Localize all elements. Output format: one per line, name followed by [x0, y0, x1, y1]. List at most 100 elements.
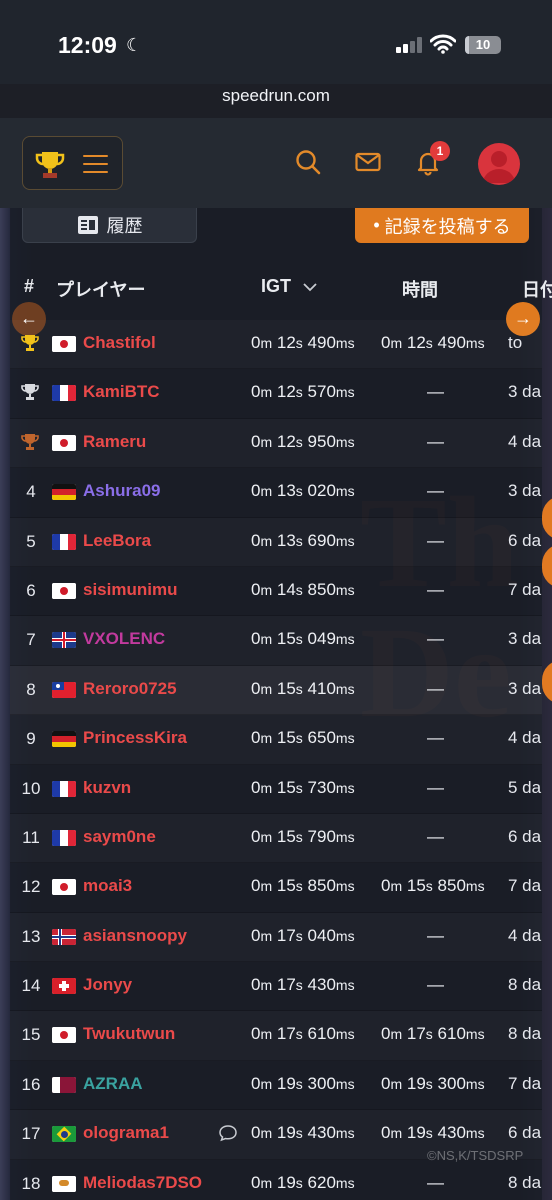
run-date: to [508, 333, 523, 352]
table-row[interactable]: KamiBTC 0m 12s 570ms —3 da [10, 369, 542, 419]
igt-time: 0m 17s 040ms [251, 925, 355, 945]
igt-time: 0m 15s 410ms [251, 678, 355, 698]
rta-seconds: 19 [406, 1073, 426, 1093]
table-row[interactable]: 12 moai3 0m 15s 850ms 0m 15s 850ms 7 da [10, 863, 542, 913]
flag-cy-icon [52, 1175, 76, 1192]
table-row[interactable]: 15 Twukutwun 0m 17s 610ms 0m 17s 610ms 8 da [10, 1011, 542, 1061]
rank: 5 [26, 531, 36, 551]
bronze-trophy-icon [21, 433, 39, 450]
table-row[interactable]: 13 asiansnoopy 0m 17s 040ms —4 da [10, 913, 542, 963]
table-row[interactable]: 6 sisimunimu 0m 14s 850ms —7 da [10, 567, 542, 617]
igt-millis: 049 [307, 629, 336, 649]
submit-run-button[interactable]: • 記録を投稿する [355, 208, 529, 243]
player-name[interactable]: AZRAA [83, 1074, 143, 1094]
igt-millis: 730 [307, 777, 336, 797]
copyright-watermark: ©NS,K/TSDSRP [427, 1148, 524, 1163]
flag-fr-icon [52, 533, 76, 550]
player-name[interactable]: LeeBora [83, 531, 151, 551]
table-row[interactable]: 8 Reroro0725 0m 15s 410ms —3 da [10, 665, 542, 716]
igt-seconds: 15 [276, 728, 296, 748]
table-row[interactable]: 10 kuzvn 0m 15s 730ms —5 da [10, 765, 542, 814]
player-name[interactable]: KamiBTC [83, 382, 160, 402]
rank: 17 [21, 1124, 41, 1144]
igt-millis: 620 [307, 1172, 336, 1192]
table-row[interactable]: 9 PrincessKira 0m 15s 650ms —4 da [10, 715, 542, 765]
run-date: 7 da [508, 579, 542, 599]
table-row[interactable]: 18 Meliodas7DSO 0m 19s 620ms —8 da [10, 1160, 542, 1200]
igt-header[interactable]: IGT [261, 276, 318, 297]
rank-header: # [24, 276, 35, 296]
browser-url[interactable]: speedrun.com [0, 86, 552, 106]
table-row[interactable]: Rameru 0m 12s 950ms —4 da [10, 419, 542, 469]
run-date: 6 da [508, 1123, 542, 1143]
igt-seconds: 12 [276, 382, 296, 402]
table-row[interactable]: 4 Ashura09 0m 13s 020ms —3 da [10, 468, 542, 518]
igt-seconds: 19 [276, 1123, 296, 1143]
igt-seconds: 17 [276, 1024, 296, 1044]
avatar[interactable] [478, 143, 520, 185]
status-time: 12:09 [58, 32, 117, 58]
rta-time: 0m 17s 610ms [381, 1024, 485, 1044]
igt-millis: 850 [307, 876, 336, 896]
leaderboard-table-body: Chastifol 0m 12s 490ms 0m 12s 490ms to KamiB… [10, 320, 542, 1200]
igt-header-label: IGT [261, 276, 291, 296]
run-date: 4 da [508, 925, 542, 945]
moon-icon: ☾ [126, 35, 143, 55]
history-button[interactable]: 履歴 [22, 208, 197, 243]
rta-seconds: 17 [406, 1024, 426, 1044]
player-name[interactable]: PrincessKira [83, 728, 187, 748]
player-name[interactable]: saym0ne [83, 827, 156, 847]
player-name[interactable]: Chastifol [83, 333, 156, 353]
rta-seconds: 12 [406, 333, 426, 352]
date-header[interactable]: 日付 [522, 276, 552, 302]
submit-label: 記録を投稿する [384, 216, 511, 237]
player-header[interactable]: プレイヤー [56, 276, 145, 302]
igt-seconds: 13 [276, 481, 296, 501]
igt-seconds: 17 [276, 925, 296, 945]
player-name[interactable]: Meliodas7DSO [83, 1173, 202, 1193]
table-row[interactable]: 14 Jonyy 0m 17s 430ms —8 da [10, 962, 542, 1012]
comment-icon[interactable] [218, 1124, 238, 1142]
player-name[interactable]: VXOLENC [83, 629, 165, 649]
igt-time: 0m 15s 790ms [251, 826, 355, 846]
time-header[interactable]: 時間 [402, 276, 438, 302]
igt-seconds: 13 [276, 530, 296, 550]
player-name[interactable]: moai3 [83, 876, 132, 896]
run-date: 6 da [508, 530, 542, 550]
player-name[interactable]: Jonyy [83, 975, 132, 995]
table-row[interactable]: 7 VXOLENC 0m 15s 049ms —3 da [10, 616, 542, 666]
rank: 10 [21, 778, 41, 798]
history-icon [77, 216, 98, 234]
player-name[interactable]: Twukutwun [83, 1024, 175, 1044]
trophy-icon [35, 152, 65, 178]
igt-millis: 430 [307, 975, 336, 995]
player-name[interactable]: Ashura09 [83, 481, 160, 501]
flag-jp-icon [52, 336, 76, 352]
flag-jp-icon [52, 1027, 76, 1044]
table-row[interactable]: 5 LeeBora 0m 13s 690ms —6 da [10, 518, 542, 567]
rta-time: 0m 12s 490ms [381, 333, 485, 352]
player-name[interactable]: Reroro0725 [83, 679, 177, 699]
silver-trophy-icon [21, 384, 39, 401]
table-row[interactable]: Chastifol 0m 12s 490ms 0m 12s 490ms to [10, 320, 542, 370]
rank: 14 [21, 976, 41, 996]
player-name[interactable]: sisimunimu [83, 580, 177, 600]
flag-jp-icon [52, 879, 76, 896]
rank: 12 [21, 877, 41, 897]
igt-seconds: 17 [276, 975, 296, 995]
igt-millis: 020 [307, 481, 336, 501]
player-name[interactable]: olograma1 [83, 1123, 169, 1143]
mail-icon[interactable] [354, 148, 382, 176]
player-name[interactable]: asiansnoopy [83, 926, 187, 946]
cellular-signal-icon [396, 37, 422, 53]
search-icon[interactable] [294, 148, 322, 176]
table-row[interactable]: 16 AZRAA 0m 19s 300ms 0m 19s 300ms 7 da [10, 1061, 542, 1111]
igt-seconds: 15 [276, 678, 296, 698]
igt-time: 0m 15s 730ms [251, 777, 355, 797]
table-row[interactable]: 11 saym0ne 0m 15s 790ms —6 da [10, 814, 542, 864]
igt-seconds: 12 [276, 431, 296, 451]
player-name[interactable]: Rameru [83, 432, 146, 452]
igt-seconds: 15 [276, 876, 296, 896]
player-name[interactable]: kuzvn [83, 778, 131, 798]
menu-button[interactable] [22, 136, 123, 190]
